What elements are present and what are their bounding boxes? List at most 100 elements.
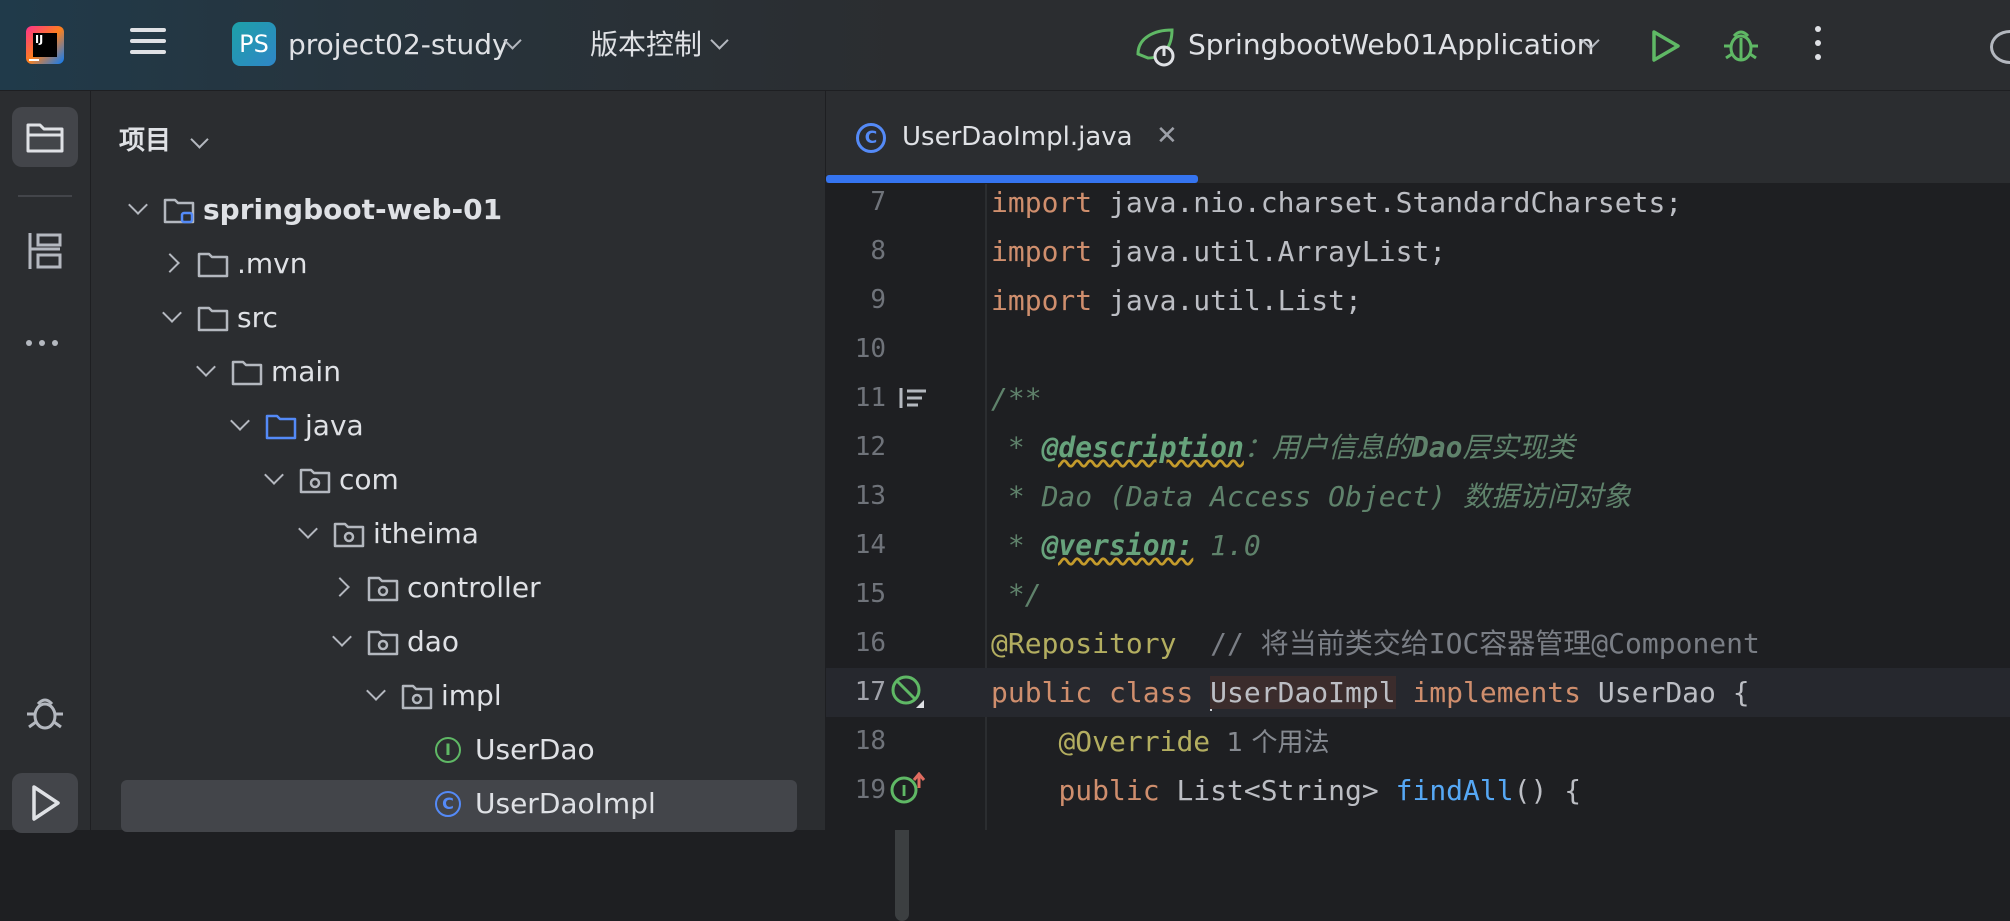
tree-item[interactable]: I UserDao bbox=[91, 724, 825, 778]
code-line[interactable]: 8 import java.util.ArrayList; bbox=[826, 227, 2010, 276]
code-text: import java.util.ArrayList; bbox=[991, 235, 1447, 268]
line-number: 9 bbox=[870, 285, 886, 315]
tree-item[interactable]: main bbox=[91, 346, 825, 400]
tree-item-label: springboot-web-01 bbox=[203, 193, 503, 226]
interface-icon: I bbox=[435, 736, 467, 764]
close-icon[interactable]: ✕ bbox=[1156, 121, 1178, 151]
tree-item[interactable]: .mvn bbox=[91, 238, 825, 292]
code-text: * Dao (Data Access Object) 数据访问对象 bbox=[991, 480, 1632, 513]
line-number: 17 bbox=[854, 677, 886, 707]
line-number: 11 bbox=[854, 383, 886, 413]
editor: C UserDaoImpl.java ✕ 7 import java.nio.ch… bbox=[826, 91, 2010, 830]
code-line[interactable]: 10 bbox=[826, 325, 2010, 374]
package-icon bbox=[367, 628, 399, 656]
code-text: import java.util.List; bbox=[991, 284, 1362, 317]
chevron-down-icon[interactable] bbox=[196, 357, 216, 377]
tree-item-label: controller bbox=[407, 571, 541, 604]
package-icon bbox=[299, 466, 331, 494]
code-text: * @description：用户信息的Dao层实现类 bbox=[991, 431, 1575, 464]
code-line[interactable]: 11 /** bbox=[826, 374, 2010, 423]
no-bean-gutter-icon[interactable] bbox=[890, 674, 926, 714]
title-bar: IJ PS project02-study 版本控制 SpringbootWeb… bbox=[0, 0, 2010, 91]
tree-item[interactable]: java bbox=[91, 400, 825, 454]
chevron-down-icon[interactable] bbox=[332, 627, 352, 647]
chevron-down-icon[interactable] bbox=[162, 303, 182, 323]
debug-bug-icon[interactable] bbox=[24, 691, 66, 735]
tree-item-label: .mvn bbox=[237, 247, 308, 280]
implemented-method-gutter-icon[interactable]: I bbox=[890, 771, 926, 810]
tool-window-strip bbox=[0, 91, 91, 833]
chevron-right-icon[interactable] bbox=[160, 253, 180, 273]
more-horizontal-icon[interactable] bbox=[26, 331, 66, 346]
chevron-down-icon[interactable] bbox=[366, 681, 386, 701]
tree-item[interactable]: impl bbox=[91, 670, 825, 724]
project-name[interactable]: project02-study bbox=[288, 24, 509, 66]
code-line[interactable]: 14 * @version: 1.0 bbox=[826, 521, 2010, 570]
doc-render-icon[interactable] bbox=[898, 386, 928, 414]
code-text: /** bbox=[991, 382, 1042, 415]
code-line[interactable]: 18 @Override 1 个用法 bbox=[826, 717, 2010, 766]
tree-item[interactable]: com bbox=[91, 454, 825, 508]
source-folder-icon bbox=[265, 412, 297, 440]
divider bbox=[18, 195, 72, 197]
tree-item-label: impl bbox=[441, 679, 502, 712]
tab-label: UserDaoImpl.java bbox=[902, 122, 1133, 152]
app-logo-icon[interactable]: IJ bbox=[26, 26, 64, 64]
folder-icon bbox=[26, 123, 64, 153]
code-line[interactable]: 13 * Dao (Data Access Object) 数据访问对象 bbox=[826, 472, 2010, 521]
tree-item[interactable]: springboot-web-01 bbox=[91, 184, 825, 238]
more-vertical-icon[interactable] bbox=[1808, 26, 1828, 66]
chevron-down-icon[interactable] bbox=[190, 130, 209, 149]
chevron-right-icon[interactable] bbox=[330, 577, 350, 597]
code-line[interactable]: 7 import java.nio.charset.StandardCharset… bbox=[826, 178, 2010, 227]
settings-partial-icon[interactable] bbox=[1990, 30, 2010, 64]
tree-item[interactable]: C UserDaoImpl bbox=[91, 778, 825, 832]
chevron-down-icon[interactable] bbox=[128, 195, 148, 215]
line-number: 8 bbox=[870, 236, 886, 266]
chevron-down-icon[interactable] bbox=[230, 411, 250, 431]
module-folder-icon bbox=[163, 196, 195, 224]
spring-boot-run-config-icon[interactable] bbox=[1134, 24, 1180, 68]
line-number: 18 bbox=[854, 726, 886, 756]
chevron-down-icon[interactable] bbox=[264, 465, 284, 485]
tree-item-label: main bbox=[271, 355, 341, 388]
project-tool-button[interactable] bbox=[12, 107, 78, 167]
hamburger-menu-icon[interactable] bbox=[130, 28, 166, 62]
tree-item[interactable]: controller bbox=[91, 562, 825, 616]
code-line[interactable]: 12 * @description：用户信息的Dao层实现类 bbox=[826, 423, 2010, 472]
tree-item-label: itheima bbox=[373, 517, 479, 550]
code-text: * @version: 1.0 bbox=[991, 529, 1261, 562]
panel-title[interactable]: 项目 bbox=[119, 123, 171, 159]
vcs-menu[interactable]: 版本控制 bbox=[590, 24, 702, 66]
code-line[interactable]: 19 public List<String> findAll() { bbox=[826, 766, 2010, 815]
package-icon bbox=[333, 520, 365, 548]
line-number: 16 bbox=[854, 628, 886, 658]
project-badge[interactable]: PS bbox=[232, 22, 276, 66]
code-text: import java.nio.charset.StandardCharsets… bbox=[991, 186, 1683, 219]
tree-item-label: com bbox=[339, 463, 399, 496]
chevron-down-icon[interactable] bbox=[710, 31, 729, 50]
code-line[interactable]: 17 public class UserDaoImpl implements Us… bbox=[826, 668, 2010, 717]
chevron-down-icon[interactable] bbox=[298, 519, 318, 539]
package-icon bbox=[367, 574, 399, 602]
code-text: */ bbox=[991, 578, 1042, 611]
code-text: @Repository // 将当前类交给IOC容器管理@Component bbox=[991, 627, 1760, 660]
code-line[interactable]: 15 */ bbox=[826, 570, 2010, 619]
tree-item-label: UserDaoImpl bbox=[475, 787, 656, 820]
tree-item[interactable]: dao bbox=[91, 616, 825, 670]
tree-item-label: dao bbox=[407, 625, 460, 658]
line-number: 15 bbox=[854, 579, 886, 609]
tree-item[interactable]: itheima bbox=[91, 508, 825, 562]
tree-item[interactable]: src bbox=[91, 292, 825, 346]
svg-text:I: I bbox=[901, 782, 907, 800]
play-icon bbox=[32, 785, 60, 821]
structure-icon[interactable] bbox=[26, 231, 64, 271]
debug-bug-icon[interactable] bbox=[1722, 26, 1760, 64]
code-line[interactable]: 9 import java.util.List; bbox=[826, 276, 2010, 325]
run-icon[interactable] bbox=[1648, 28, 1682, 64]
tree-item-label: src bbox=[237, 301, 278, 334]
run-config-selector[interactable]: SpringbootWeb01Application bbox=[1188, 24, 1595, 66]
run-tool-button[interactable] bbox=[12, 773, 78, 833]
tab-userdaoimpl[interactable]: C UserDaoImpl.java ✕ bbox=[826, 91, 1198, 183]
code-line[interactable]: 16 @Repository // 将当前类交给IOC容器管理@Component bbox=[826, 619, 2010, 668]
